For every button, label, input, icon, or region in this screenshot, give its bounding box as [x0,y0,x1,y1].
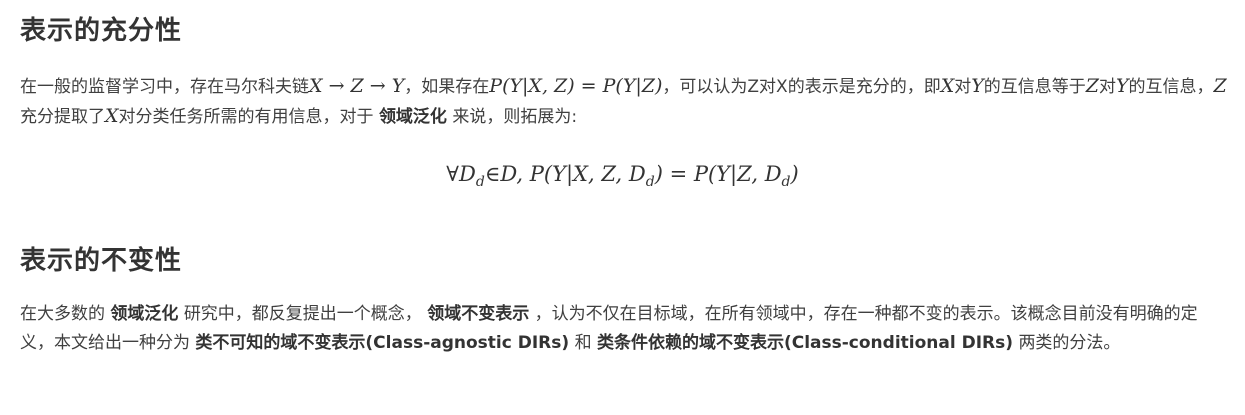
display-formula: ∀Dd∈D, P(Y|X, Z, Dd) = P(Y|Z, Dd) [0,162,1245,190]
paragraph-invariance: 在大多数的 领域泛化 研究中，都反复提出一个概念， 领域不变表示 ，认为不仅在目… [20,300,1227,358]
bold-term-class-agnostic-dirs: 类不可知的域不变表示(Class-agnostic DIRs) [195,333,570,353]
text-span: 充分提取了 [20,107,105,127]
bold-term-domain-invariant-representation: 领域不变表示 [427,304,530,324]
math-var-x: X [105,105,119,127]
text-span: 的互信息等于 [983,77,1086,97]
bold-term-domain-generalization: 领域泛化 [378,107,447,127]
text-span: ，可以认为Z对X的表示是充分的，即 [662,77,941,97]
text-span: 的互信息， [1128,77,1214,97]
text-span: 研究中，都反复提出一个概念， [183,304,422,324]
text-span: 两类的分法。 [1018,333,1121,353]
article-page: 表示的充分性 在一般的监督学习中，存在马尔科夫链X → Z → Y，如果存在P(… [0,0,1245,415]
text-span: 对 [954,77,972,97]
math-var-x: X [940,75,955,97]
text-span: ，如果存在 [404,77,490,97]
math-conditional-equality: P(Y|X, Z) = P(Y|Z) [489,75,663,97]
text-span: 对 [1098,77,1116,97]
text-span: 对分类任务所需的有用信息，对于 [118,107,374,127]
math-markov-chain: X → Z → Y [309,75,405,97]
paragraph-sufficiency: 在一般的监督学习中，存在马尔科夫链X → Z → Y，如果存在P(Y|X, Z)… [20,72,1227,132]
section-heading-invariance: 表示的不变性 [20,246,183,276]
text-span: 和 [574,333,592,353]
math-var-y: Y [971,75,984,97]
math-var-y: Y [1115,75,1129,97]
bold-term-domain-generalization: 领域泛化 [110,304,179,324]
math-var-z: Z [1085,75,1099,97]
display-formula-text: ∀Dd∈D, P(Y|X, Z, Dd) = P(Y|Z, Dd) [446,162,799,191]
section-heading-sufficiency: 表示的充分性 [20,16,183,46]
text-span: 来说，则拓展为: [452,107,578,127]
text-span: 在一般的监督学习中，存在马尔科夫链 [20,77,309,97]
bold-term-class-conditional-dirs: 类条件依赖的域不变表示(Class-conditional DIRs) [596,333,1014,353]
math-var-z: Z [1213,75,1227,97]
text-span: 在大多数的 [20,304,105,324]
